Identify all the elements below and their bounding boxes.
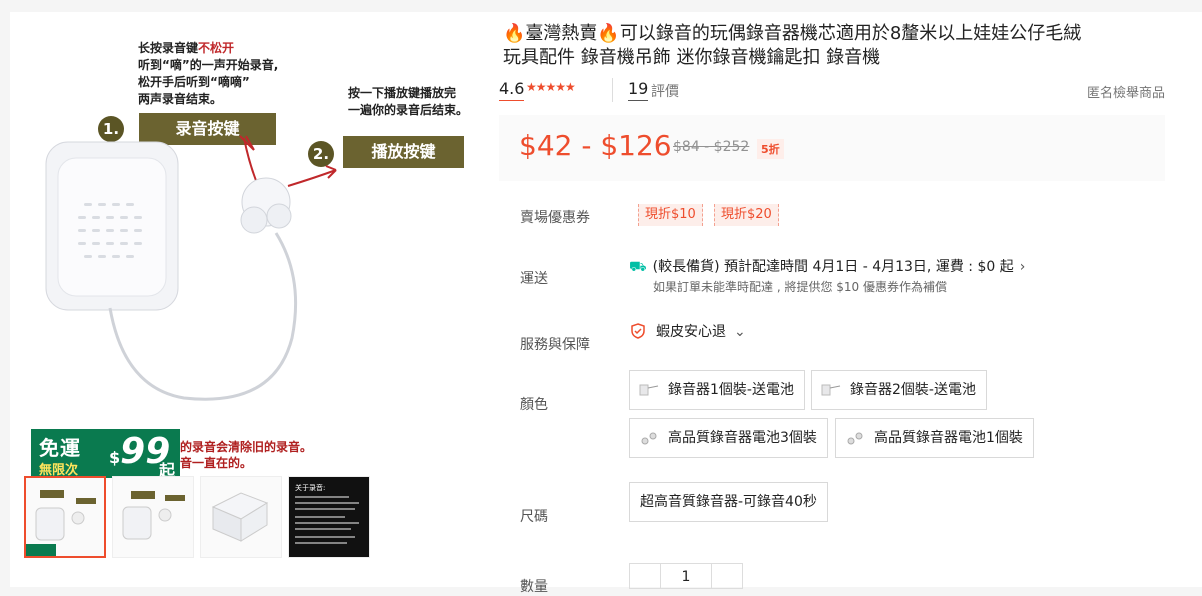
bottom-text-a: 的录音会清除旧的录音。 [180, 440, 313, 454]
bottom-text-b: 音一直在的。 [180, 456, 253, 470]
rating-value[interactable]: 4.6 [499, 78, 525, 101]
quantity-increase-button[interactable] [711, 563, 743, 589]
option-thumbnail-icon [847, 432, 863, 445]
thumbnail-2[interactable] [112, 476, 194, 558]
chevron-down-icon: ⌄ [734, 324, 746, 340]
rating-row: 4.6 ★★★★★ 19 評價 匿名檢舉商品 [499, 78, 1165, 104]
color-label: 顏色 [520, 397, 548, 413]
shipping-guarantee-note: 如果訂單未能準時配達 , 將提供您 $10 優惠券作為補償 [653, 280, 947, 294]
thumbnail-strip: 关于录音: [14, 476, 474, 558]
service-label: 服務與保障 [520, 337, 590, 353]
truck-icon: ⛟ [629, 259, 647, 275]
option-thumbnail-icon [641, 432, 657, 445]
recorder-device-illustration [45, 135, 337, 401]
shopee-guarantee[interactable]: 蝦皮安心退 ⌄ [630, 321, 746, 341]
color-option-1-label: 錄音器1個裝-送電池 [668, 382, 794, 398]
voucher-10[interactable]: 現折$10 [638, 204, 703, 226]
quantity-input[interactable]: 1 [660, 563, 712, 589]
promo-line1: 免運 [39, 436, 81, 460]
free-shipping-badge: 免運 無限次 $99 起 [29, 427, 182, 478]
thumbnail-3-image [211, 492, 269, 542]
thumbnail-3[interactable] [200, 476, 282, 558]
quantity-decrease-button[interactable] [629, 563, 661, 589]
thumbnail-1[interactable] [24, 476, 106, 558]
image-bottom-text: 的录音会清除旧的录音。 音一直在的。 [180, 439, 312, 471]
main-product-image[interactable]: 长按录音键不松开 听到“嘀”的一声开始录音, 松开手后听到“嘀嘀” 两声录音结束… [14, 18, 474, 478]
page: 长按录音键不松开 听到“嘀”的一声开始录音, 松开手后听到“嘀嘀” 两声录音结束… [0, 0, 1202, 595]
report-product-link[interactable]: 匿名檢舉商品 [1087, 82, 1165, 101]
color-option-3[interactable]: 高品質錄音器電池3個裝 [629, 418, 828, 458]
fire-icon: 🔥 [503, 23, 526, 44]
price-range: $42 - $126 [519, 129, 672, 162]
price-box: $42 - $126 $84 - $252 5折 [499, 115, 1165, 181]
color-option-1[interactable]: 錄音器1個裝-送電池 [629, 370, 805, 410]
discount-badge: 5折 [757, 139, 784, 159]
title-part2: 可以錄音的玩偶錄音器機芯適用於8釐米以上娃娃公仔毛絨 [619, 23, 1082, 44]
chevron-right-icon: › [1019, 259, 1026, 275]
size-option-1[interactable]: 超高音質錄音器-可錄音40秒 [629, 482, 828, 522]
shield-icon [631, 323, 645, 339]
quantity-label: 數量 [520, 579, 548, 595]
fire-icon: 🔥 [597, 23, 620, 44]
voucher-20[interactable]: 現折$20 [714, 204, 779, 226]
option-thumbnail-icon [639, 384, 659, 396]
shipping-info[interactable]: ⛟ (較長備貨) 預計配達時間 4月1日 - 4月13日, 運費 : $0 起 › [629, 256, 1025, 277]
original-price: $84 - $252 [673, 139, 750, 155]
review-count[interactable]: 19 [628, 78, 649, 101]
color-option-4-label: 高品質錄音器電池1個裝 [874, 430, 1023, 446]
service-text: 蝦皮安心退 [656, 324, 726, 340]
color-option-4[interactable]: 高品質錄音器電池1個裝 [835, 418, 1034, 458]
star-rating-icon: ★★★★★ [526, 80, 576, 94]
voucher-label: 賣場優惠券 [520, 210, 590, 226]
title-part1: 臺灣熱賣 [525, 23, 598, 44]
review-label: 評價 [651, 84, 679, 100]
size-option-1-label: 超高音質錄音器-可錄音40秒 [640, 494, 817, 510]
color-option-2[interactable]: 錄音器2個裝-送電池 [811, 370, 987, 410]
thumbnail-4-text-lines [295, 496, 359, 544]
divider [612, 78, 613, 102]
color-option-3-label: 高品質錄音器電池3個裝 [668, 430, 817, 446]
shipping-text: (較長備貨) 預計配達時間 4月1日 - 4月13日, 運費 : $0 起 [652, 259, 1014, 275]
thumbnail-2-image [122, 491, 185, 540]
promo-dollar: $ [109, 448, 121, 467]
thumbnail-4[interactable]: 关于录音: [288, 476, 370, 558]
title-part3: 玩具配件 錄音機吊飾 迷你錄音機鑰匙扣 錄音機 [503, 47, 881, 68]
size-label: 尺碼 [520, 509, 548, 525]
shipping-label: 運送 [520, 271, 548, 287]
color-option-2-label: 錄音器2個裝-送電池 [850, 382, 976, 398]
promo-suffix: 起 [159, 461, 176, 478]
product-title: 🔥臺灣熱賣🔥可以錄音的玩偶錄音器機芯適用於8釐米以上娃娃公仔毛絨 玩具配件 錄音… [503, 22, 1163, 70]
option-thumbnail-icon [821, 384, 841, 396]
thumbnail-1-image [26, 490, 96, 556]
